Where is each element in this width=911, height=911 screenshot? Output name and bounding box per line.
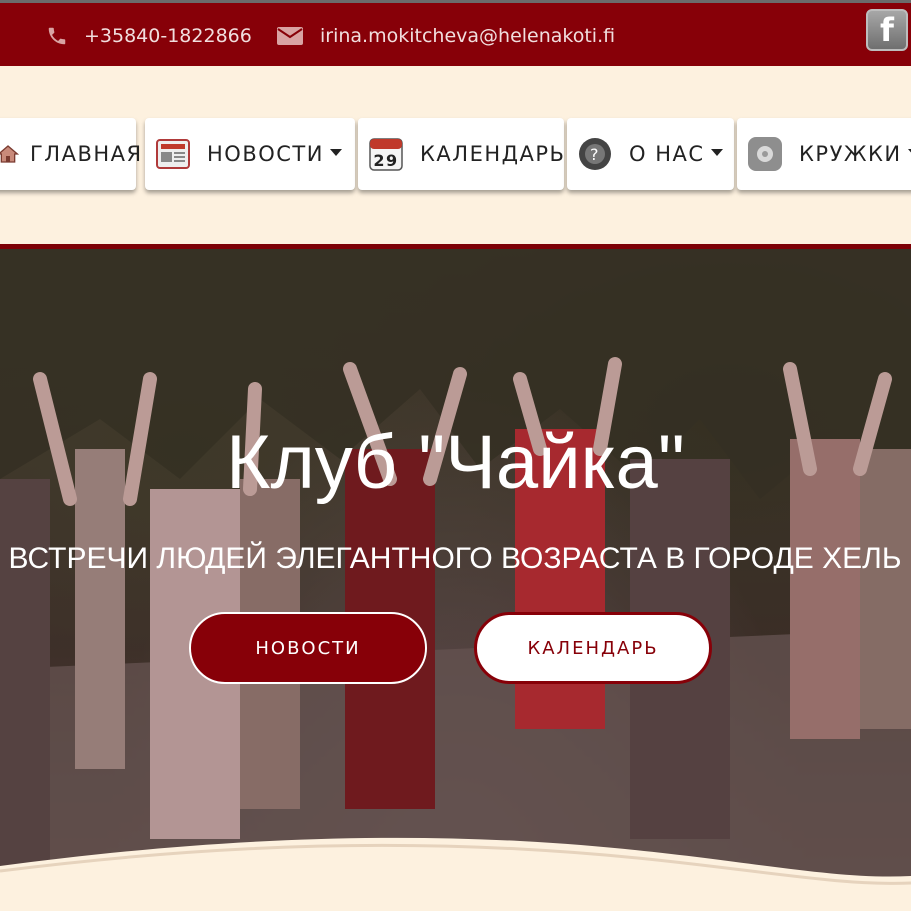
calendar-day-number: 29 <box>373 151 398 170</box>
top-contact-bar: +35840-1822866 irina.mokitcheva@helenako… <box>0 0 911 66</box>
phone-icon <box>48 27 66 45</box>
facebook-icon[interactable]: f <box>866 9 908 51</box>
email-contact[interactable]: irina.mokitcheva@helenakoti.fi <box>276 25 615 47</box>
email-address[interactable]: irina.mokitcheva@helenakoti.fi <box>320 25 615 47</box>
nav-label-news: НОВОСТИ <box>207 142 324 166</box>
news-button[interactable]: НОВОСТИ <box>189 612 427 684</box>
chevron-down-icon <box>329 148 342 156</box>
hero-tint <box>0 249 911 911</box>
nav-item-news[interactable]: НОВОСТИ <box>145 118 355 190</box>
nav-label-calendar: КАЛЕНДАРЬ <box>420 142 566 166</box>
nav-item-about[interactable]: ? О НАС <box>567 118 734 190</box>
wave-divider <box>0 837 911 911</box>
circle-icon <box>748 137 782 171</box>
hero-title: Клуб "Чайка" <box>226 420 685 505</box>
calendar-button[interactable]: КАЛЕНДАРЬ <box>474 612 712 684</box>
nav-label-clubs: КРУЖКИ <box>799 142 902 166</box>
main-navigation: ГЛАВНАЯ НОВОСТИ 29 КАЛЕНДАРЬ ? О НАС КРУ… <box>0 66 911 246</box>
nav-label-about: О НАС <box>629 142 705 166</box>
nav-item-clubs[interactable]: КРУЖКИ <box>737 118 911 190</box>
phone-number[interactable]: +35840-1822866 <box>84 25 252 47</box>
hero-subtitle: ВСТРЕЧИ ЛЮДЕЙ ЭЛЕГАНТНОГО ВОЗРАСТА В ГОР… <box>8 542 902 575</box>
chevron-down-icon <box>710 148 723 156</box>
nav-item-calendar[interactable]: 29 КАЛЕНДАРЬ <box>358 118 564 190</box>
info-icon: ? <box>579 138 611 170</box>
calendar-icon: 29 <box>369 138 403 171</box>
newspaper-icon <box>156 139 190 169</box>
phone-contact[interactable]: +35840-1822866 <box>46 25 252 47</box>
nav-item-home[interactable]: ГЛАВНАЯ <box>0 118 141 190</box>
facebook-glyph: f <box>880 11 894 49</box>
chevron-down-icon <box>907 148 911 156</box>
svg-text:?: ? <box>590 145 600 164</box>
nav-label-home: ГЛАВНАЯ <box>30 142 143 166</box>
hero-banner: Клуб "Чайка" ВСТРЕЧИ ЛЮДЕЙ ЭЛЕГАНТНОГО В… <box>0 249 911 911</box>
home-icon <box>0 145 20 163</box>
envelope-icon <box>277 27 303 45</box>
